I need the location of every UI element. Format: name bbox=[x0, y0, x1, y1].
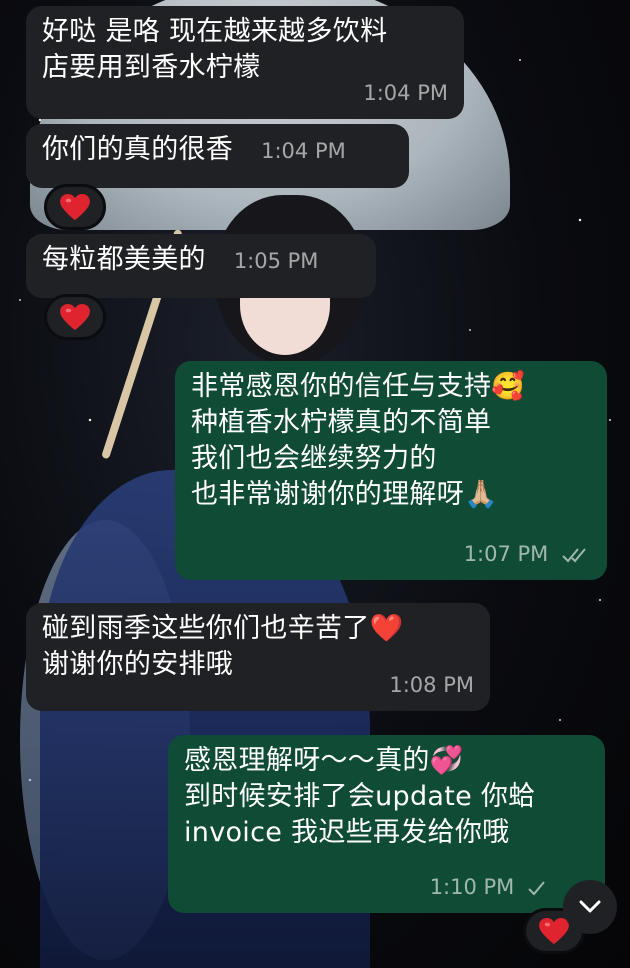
message-time: 1:07 PM bbox=[463, 542, 549, 566]
scroll-to-bottom-button[interactable] bbox=[563, 880, 617, 934]
message-time: 1:08 PM bbox=[389, 673, 474, 697]
message-bubble-incoming[interactable]: 你们的真的很香 1:04 PM bbox=[26, 124, 409, 188]
message-status: 1:10 PM bbox=[430, 869, 547, 905]
message-bubble-incoming[interactable]: 好哒 是咯 现在越来越多饮料 店要用到香水柠檬 1:04 PM bbox=[26, 6, 464, 119]
message-status: 1:07 PM bbox=[464, 536, 591, 572]
message-time: 1:04 PM bbox=[363, 81, 448, 105]
message-bubble-incoming[interactable]: 碰到雨季这些你们也辛苦了❤️ 谢谢你的安排哦 1:08 PM bbox=[26, 603, 490, 711]
message-time: 1:10 PM bbox=[429, 875, 515, 899]
message-text: 感恩理解呀～～真的💞 到时候安排了会update 你蛤 invoice 我迟些再… bbox=[184, 745, 536, 848]
message-bubble-incoming[interactable]: 每粒都美美的 1:05 PM bbox=[26, 234, 376, 298]
message-text: 你们的真的很香 bbox=[42, 134, 234, 165]
message-reaction[interactable] bbox=[44, 294, 106, 340]
double-check-icon bbox=[562, 548, 586, 563]
message-bubble-outgoing[interactable]: 感恩理解呀～～真的💞 到时候安排了会update 你蛤 invoice 我迟些再… bbox=[168, 735, 605, 913]
message-text: 每粒都美美的 bbox=[42, 244, 206, 275]
message-time: 1:05 PM bbox=[233, 249, 319, 273]
red-heart-icon bbox=[60, 193, 90, 220]
red-heart-icon bbox=[60, 303, 90, 330]
chevron-down-icon bbox=[579, 900, 601, 913]
message-text: 非常感恩你的信任与支持🥰 种植香水柠檬真的不简单 我们也会继续努力的 也非常谢谢… bbox=[191, 371, 526, 510]
message-bubble-outgoing[interactable]: 非常感恩你的信任与支持🥰 种植香水柠檬真的不简单 我们也会继续努力的 也非常谢谢… bbox=[175, 361, 607, 580]
message-reaction[interactable] bbox=[44, 184, 106, 230]
check-icon bbox=[528, 881, 545, 896]
message-time: 1:04 PM bbox=[261, 139, 346, 163]
red-heart-icon bbox=[539, 917, 569, 944]
